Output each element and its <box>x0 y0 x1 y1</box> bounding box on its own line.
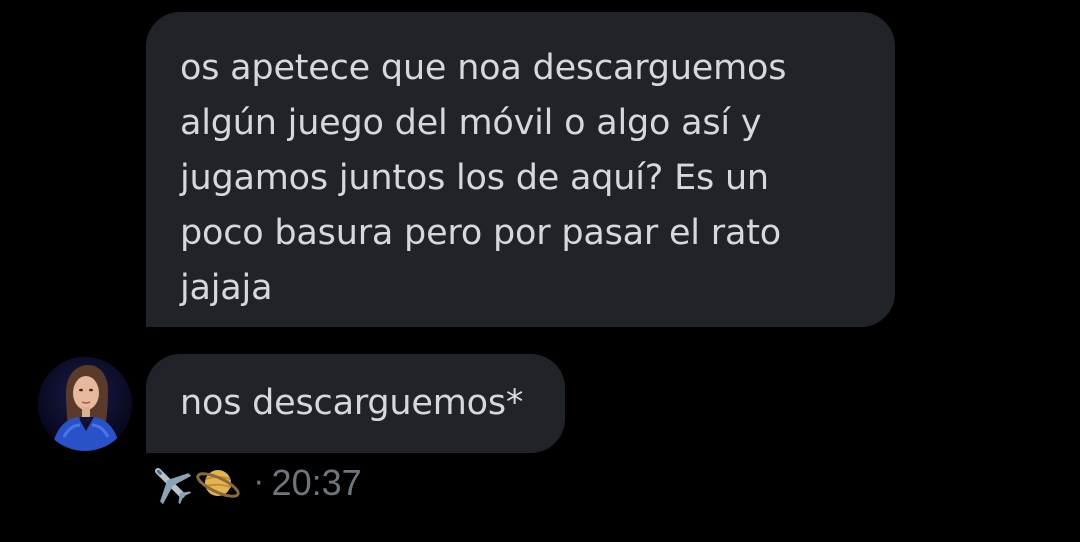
ringed-planet-icon <box>194 459 242 507</box>
message-text: os apetece que noa descarguemos algún ju… <box>180 48 787 308</box>
timestamp: 20:37 <box>271 462 362 503</box>
avatar[interactable] <box>38 357 132 451</box>
message-text: nos descarguemos* <box>180 383 524 423</box>
message-meta: · 20:37 <box>146 459 362 507</box>
airplane-icon <box>146 459 194 507</box>
message-bubble[interactable]: os apetece que noa descarguemos algún ju… <box>146 12 895 327</box>
message-bubble[interactable]: nos descarguemos* <box>146 354 565 453</box>
message-thread: os apetece que noa descarguemos algún ju… <box>0 0 1080 542</box>
separator-dot: · <box>254 465 264 501</box>
